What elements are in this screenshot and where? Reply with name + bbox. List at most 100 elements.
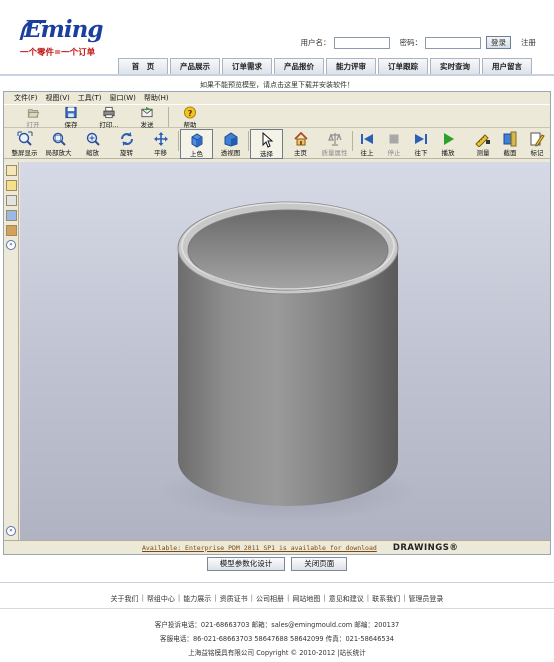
- toolbar-separator: [352, 131, 353, 151]
- footer-link-feedback[interactable]: 意见和建议: [329, 594, 364, 604]
- help-icon: ?: [183, 106, 197, 119]
- logo-text: Eming: [24, 16, 103, 43]
- shaded-button[interactable]: 上色: [180, 129, 213, 159]
- open-icon: [27, 109, 40, 118]
- next-button[interactable]: 往下: [408, 129, 434, 159]
- install-notice-link[interactable]: 如果不能预览模型，请点击这里下载并安装软件！: [0, 80, 554, 90]
- footer-link-contact[interactable]: 联系我们: [372, 594, 400, 604]
- mass-properties-label: 质量属性: [321, 149, 348, 157]
- viewer-menubar: 文件(F) 视图(V) 工具(T) 窗口(W) 帮助(H): [4, 92, 550, 104]
- markup-button[interactable]: 标记: [524, 129, 550, 159]
- site-logo[interactable]: Eming 一个零件=一个订单: [19, 14, 110, 62]
- update-available-link[interactable]: Available: Enterprise PDM 2011 SP1 is av…: [142, 544, 377, 552]
- footer-link-sitemap[interactable]: 网站地图: [292, 594, 320, 604]
- play-label: 播放: [441, 149, 455, 157]
- home-button[interactable]: 主页: [284, 129, 317, 159]
- nav-capability-review[interactable]: 能力评审: [326, 58, 376, 74]
- menu-tools[interactable]: 工具(T): [78, 93, 102, 103]
- measure-icon: [475, 134, 490, 147]
- home-label: 主页: [294, 149, 307, 157]
- print-label: 打印...: [99, 121, 119, 129]
- close-page-button[interactable]: 关闭页面: [291, 557, 348, 571]
- select-icon: [262, 132, 273, 148]
- send-button[interactable]: 发送: [130, 105, 164, 129]
- help-label: 帮助: [183, 121, 197, 129]
- login-form: 用户名： 密码： 登录 注册: [300, 36, 536, 49]
- footer-link-capability[interactable]: 能力展示: [183, 594, 211, 604]
- nav-home[interactable]: 首 页: [118, 58, 168, 74]
- zoom-button[interactable]: 缩放: [76, 129, 109, 159]
- measure-button[interactable]: 测量: [470, 129, 496, 159]
- rotate-button[interactable]: 旋转: [110, 129, 143, 159]
- username-label: 用户名：: [300, 38, 331, 47]
- previous-label: 往上: [360, 149, 374, 157]
- nav-products[interactable]: 产品展示: [170, 58, 220, 74]
- sheets-icon[interactable]: [6, 210, 17, 221]
- rotate-label: 旋转: [120, 149, 133, 157]
- perspective-button[interactable]: 透视图: [214, 129, 247, 159]
- zoom-icon: [86, 132, 100, 146]
- section-label: 截面: [503, 149, 517, 157]
- stop-icon: [389, 134, 399, 144]
- select-button[interactable]: 选择: [250, 129, 283, 159]
- register-link[interactable]: 注册: [521, 37, 536, 48]
- mass-properties-button[interactable]: 质量属性: [318, 129, 351, 159]
- print-icon: [103, 106, 115, 119]
- menu-file[interactable]: 文件(F): [14, 93, 38, 103]
- section-button[interactable]: 截面: [497, 129, 523, 159]
- print-button[interactable]: 打印...: [92, 105, 126, 129]
- collapse-panel-icon[interactable]: »: [6, 526, 16, 536]
- select-label: 选择: [260, 150, 273, 158]
- footer-link-help[interactable]: 帮组中心: [147, 594, 175, 604]
- play-button[interactable]: 播放: [435, 129, 461, 159]
- footer-link-album[interactable]: 公司相册: [256, 594, 284, 604]
- expand-panel-icon[interactable]: »: [6, 240, 16, 250]
- menu-help[interactable]: 帮助(H): [144, 93, 169, 103]
- markup-pen-icon[interactable]: [6, 180, 17, 191]
- menu-window[interactable]: 窗口(W): [110, 93, 136, 103]
- save-button[interactable]: 保存: [54, 105, 88, 129]
- nav-quotation[interactable]: 产品报价: [274, 58, 324, 74]
- next-icon: [415, 134, 427, 144]
- stamp-icon[interactable]: [6, 225, 17, 236]
- main-nav: 首 页 产品展示 订单需求 产品报价 能力评审 订单跟踪 实时查询 用户留言: [118, 58, 532, 74]
- zoom-area-icon: [52, 132, 66, 146]
- zoom-area-label: 局部放大: [45, 149, 72, 157]
- save-icon: [65, 106, 77, 119]
- username-input[interactable]: [333, 36, 390, 49]
- menu-view[interactable]: 视图(V): [46, 93, 70, 103]
- nav-order-tracking[interactable]: 订单跟踪: [378, 58, 428, 74]
- login-button[interactable]: 登录: [486, 36, 511, 49]
- zoom-area-button[interactable]: 局部放大: [42, 129, 75, 159]
- markup-icon: [530, 132, 545, 147]
- viewer-statusbar: Available: Enterprise PDM 2011 SP1 is av…: [4, 540, 550, 554]
- footer-link-about[interactable]: 关于我们: [111, 594, 139, 604]
- parametric-design-button[interactable]: 模型参数化设计: [206, 557, 286, 571]
- pan-button[interactable]: 平移: [144, 129, 177, 159]
- measure-side-icon[interactable]: [6, 195, 17, 206]
- open-button[interactable]: 打开: [16, 105, 50, 129]
- nav-order-demand[interactable]: 订单需求: [222, 58, 272, 74]
- nav-messages[interactable]: 用户留言: [482, 58, 532, 74]
- toolbar-separator: [248, 131, 249, 151]
- footer-link-admin-login[interactable]: 管理员登录: [408, 594, 443, 604]
- zoom-fit-button[interactable]: 整屏显示: [8, 129, 41, 159]
- help-button[interactable]: ? 帮助: [173, 105, 207, 129]
- mass-properties-icon: [327, 133, 342, 146]
- password-input[interactable]: [425, 36, 481, 49]
- pan-icon: [153, 132, 168, 146]
- save-label: 保存: [64, 121, 78, 129]
- previous-button[interactable]: 往上: [354, 129, 380, 159]
- stop-button[interactable]: 停止: [381, 129, 407, 159]
- model-viewport[interactable]: [20, 162, 550, 540]
- zoom-label: 缩放: [86, 149, 99, 157]
- nav-realtime-query[interactable]: 实时查询: [430, 58, 480, 74]
- toolbar-separator: [178, 131, 179, 151]
- send-label: 发送: [140, 121, 154, 129]
- footer-link-certificates[interactable]: 资质证书: [220, 594, 248, 604]
- edrawings-viewer: 文件(F) 视图(V) 工具(T) 窗口(W) 帮助(H) 打开 保存 打印..…: [3, 91, 551, 555]
- pan-label: 平移: [154, 149, 167, 157]
- next-label: 往下: [414, 149, 428, 157]
- model-tree-icon[interactable]: [6, 165, 17, 176]
- service-contact: 客服电话：86-021-68663703 58647688 58642099 传…: [160, 635, 394, 643]
